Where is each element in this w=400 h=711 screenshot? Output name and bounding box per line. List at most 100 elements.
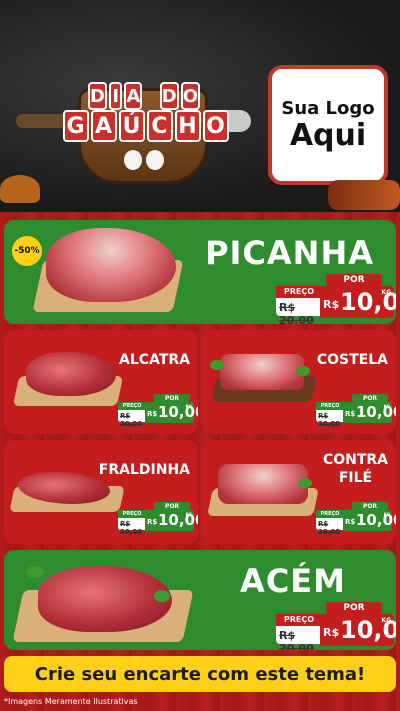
herb-icon bbox=[210, 360, 224, 370]
acem-image bbox=[38, 566, 172, 632]
discount-badge: -50% bbox=[12, 236, 42, 266]
dia-do-gaucho-emblem: D I A D O G A Ú C H O bbox=[16, 58, 256, 188]
letter-tile: Ú bbox=[118, 110, 145, 142]
logo-text-line1: Sua Logo bbox=[281, 98, 375, 119]
product-card-fraldinha[interactable]: FRALDINHA POR PREÇO R$ 20,00 R$ 10,00 KG bbox=[4, 440, 198, 544]
letter-tile: H bbox=[174, 110, 201, 142]
cuia-icon bbox=[0, 175, 40, 203]
price-block: POR PREÇO R$ 20,00 R$ 10,00 KG bbox=[316, 502, 396, 536]
old-price-value: R$ 20,00 bbox=[120, 520, 143, 536]
product-card-contra-file[interactable]: CONTRA FILÉ POR PREÇO R$ 20,00 R$ 10,00 … bbox=[202, 440, 396, 544]
herb-icon bbox=[298, 478, 312, 488]
price-value: 10,00 bbox=[356, 511, 396, 529]
product-name-line2: FILÉ bbox=[338, 469, 373, 486]
unit: KG bbox=[383, 404, 390, 409]
product-name: COSTELA bbox=[316, 352, 388, 368]
new-price: R$ 10,00 KG bbox=[320, 286, 396, 318]
alcatra-image bbox=[26, 352, 116, 396]
currency: R$ bbox=[323, 298, 340, 311]
flyer: D I A D O G A Ú C H O Sua Logo Aqui -50%… bbox=[0, 0, 400, 711]
currency: R$ bbox=[345, 410, 356, 418]
price-block: POR PREÇO R$ 20,00 R$ 10,00 KG bbox=[276, 274, 396, 324]
price-block: POR PREÇO R$ 20,00 R$ 10,00 KG bbox=[276, 602, 396, 650]
new-price: R$ 10,00 KG bbox=[145, 402, 198, 423]
currency: R$ bbox=[147, 518, 158, 526]
grilled-meat-image bbox=[328, 180, 400, 210]
por-label: POR bbox=[154, 502, 190, 510]
logo-text-line2: Aqui bbox=[289, 118, 367, 153]
old-price-value: R$ 20,00 bbox=[318, 520, 341, 536]
preco-label: PREÇO bbox=[276, 614, 322, 626]
unit: KG bbox=[381, 617, 391, 624]
letter-tile: D bbox=[88, 82, 107, 110]
header: D I A D O G A Ú C H O Sua Logo Aqui bbox=[0, 0, 400, 212]
unit: KG bbox=[185, 512, 192, 517]
new-price: R$ 10,00 KG bbox=[343, 510, 396, 531]
currency: R$ bbox=[147, 410, 158, 418]
preco-label: PREÇO bbox=[316, 402, 344, 410]
new-price: R$ 10,00 KG bbox=[343, 402, 396, 423]
old-price-value: R$ 20,00 bbox=[120, 412, 143, 428]
currency: R$ bbox=[323, 626, 340, 639]
product-card-picanha[interactable]: -50% PICANHA POR PREÇO R$ 20,00 R$ 10,00… bbox=[4, 220, 396, 324]
product-name-line1: CONTRA bbox=[322, 452, 388, 468]
price-value: 10,00 bbox=[158, 403, 198, 421]
product-name: ALCATRA bbox=[119, 352, 190, 368]
old-price: PREÇO R$ 20,00 bbox=[118, 510, 146, 536]
product-card-alcatra[interactable]: ALCATRA POR PREÇO R$ 20,00 R$ 10,00 KG bbox=[4, 330, 198, 434]
old-price-value: R$ 20,00 bbox=[279, 301, 314, 324]
por-label: POR bbox=[352, 394, 388, 402]
currency: R$ bbox=[345, 518, 356, 526]
preco-label: PREÇO bbox=[276, 286, 322, 298]
old-price-value: R$ 20,00 bbox=[279, 629, 314, 650]
herb-icon bbox=[26, 566, 44, 578]
contra-file-image bbox=[218, 464, 308, 504]
price-block: POR PREÇO R$ 20,00 R$ 10,00 KG bbox=[118, 502, 198, 536]
herb-icon bbox=[154, 590, 170, 602]
old-price: PREÇO R$ 20,00 bbox=[316, 510, 344, 536]
old-price: PREÇO R$ 20,00 bbox=[276, 286, 322, 324]
chimarrao-icon bbox=[146, 150, 164, 170]
emblem-line1: D I A D O bbox=[88, 82, 200, 112]
product-name: FRALDINHA bbox=[98, 462, 190, 478]
por-label: POR bbox=[154, 394, 190, 402]
cta-banner[interactable]: Crie seu encarte com este tema! bbox=[4, 656, 396, 692]
letter-tile: O bbox=[202, 110, 229, 142]
letter-tile: I bbox=[108, 82, 123, 110]
letter-tile: A bbox=[90, 110, 117, 142]
herb-icon bbox=[296, 366, 310, 376]
unit: KG bbox=[185, 404, 192, 409]
picanha-image bbox=[46, 228, 176, 302]
product-name: CONTRA FILÉ bbox=[323, 452, 388, 487]
por-label: POR bbox=[352, 502, 388, 510]
emblem-line2: G A Ú C H O bbox=[58, 110, 233, 142]
unit: KG bbox=[383, 512, 390, 517]
chimarrao-icon bbox=[124, 150, 142, 170]
letter-tile: G bbox=[62, 110, 89, 142]
unit: KG bbox=[381, 289, 391, 296]
disclaimer: *Imagens Meramente Ilustrativas bbox=[4, 697, 138, 706]
costela-image bbox=[220, 354, 304, 390]
old-price-value: R$ 20,00 bbox=[318, 412, 341, 428]
preco-label: PREÇO bbox=[316, 510, 344, 518]
price-block: POR PREÇO R$ 20,00 R$ 10,00 KG bbox=[118, 394, 198, 428]
letter-tile: D bbox=[159, 82, 179, 110]
product-name: PICANHA bbox=[205, 234, 374, 272]
letter-tile: C bbox=[146, 110, 173, 142]
price-block: POR PREÇO R$ 20,00 R$ 10,00 KG bbox=[316, 394, 396, 428]
letter-tile: O bbox=[180, 82, 200, 110]
preco-label: PREÇO bbox=[118, 402, 146, 410]
price-value: 10,00 bbox=[356, 403, 396, 421]
preco-label: PREÇO bbox=[118, 510, 146, 518]
old-price: PREÇO R$ 20,00 bbox=[316, 402, 344, 428]
old-price: PREÇO R$ 20,00 bbox=[118, 402, 146, 428]
por-label: POR bbox=[326, 602, 382, 614]
price-value: 10,00 bbox=[158, 511, 198, 529]
old-price: PREÇO R$ 20,00 bbox=[276, 614, 322, 650]
new-price: R$ 10,00 KG bbox=[145, 510, 198, 531]
product-card-acem[interactable]: ACÉM POR PREÇO R$ 20,00 R$ 10,00 KG bbox=[4, 550, 396, 650]
letter-tile: A bbox=[124, 82, 143, 110]
por-label: POR bbox=[326, 274, 382, 286]
logo-placeholder[interactable]: Sua Logo Aqui bbox=[268, 65, 388, 185]
product-card-costela[interactable]: COSTELA POR PREÇO R$ 20,00 R$ 10,00 KG bbox=[202, 330, 396, 434]
